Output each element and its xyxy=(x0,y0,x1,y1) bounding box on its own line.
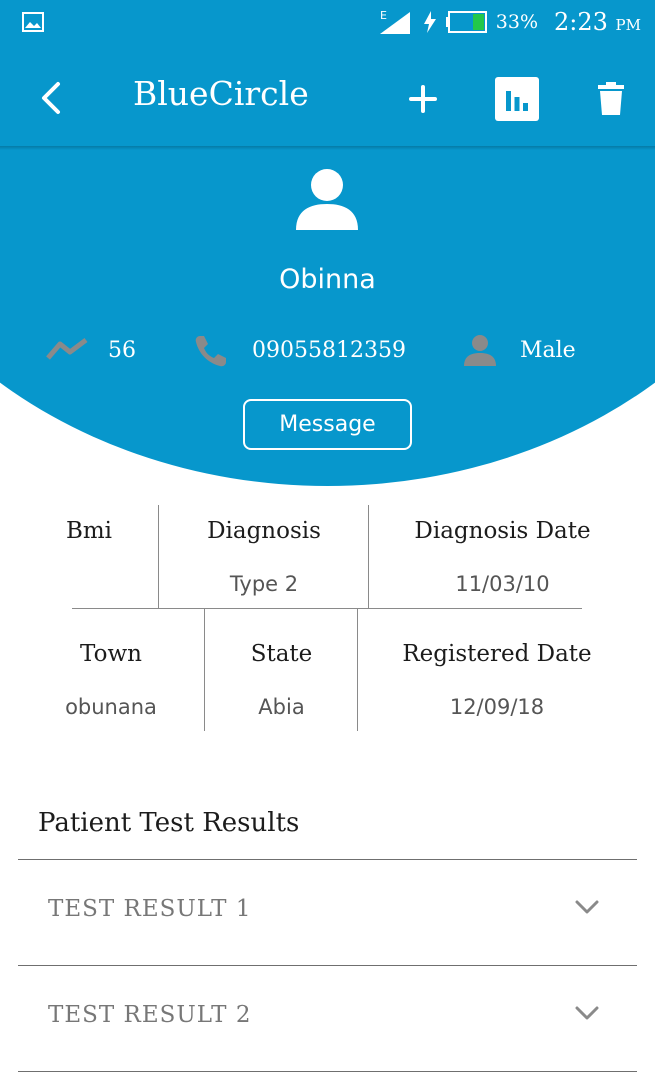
registered-date-label: Registered Date xyxy=(402,641,592,667)
patient-name: Obinna xyxy=(279,264,376,295)
test-result-item[interactable]: TEST RESULT 2 xyxy=(18,966,637,1070)
test-results-heading: Patient Test Results xyxy=(38,808,300,838)
app-title: BlueCircle xyxy=(133,74,309,113)
grid-divider xyxy=(368,505,369,608)
phone-value: 09055812359 xyxy=(252,338,406,363)
town-value: obunana xyxy=(65,695,157,719)
trend-line-icon xyxy=(46,338,88,360)
grid-divider xyxy=(158,505,159,608)
age-value: 56 xyxy=(108,338,136,363)
message-button[interactable]: Message xyxy=(243,399,412,450)
row-divider xyxy=(18,1071,637,1072)
diagnosis-label: Diagnosis xyxy=(207,518,321,544)
test-result-item[interactable]: TEST RESULT 1 xyxy=(18,860,637,964)
diagnosis-date-label: Diagnosis Date xyxy=(414,518,591,544)
charging-icon xyxy=(423,11,436,33)
bmi-label: Bmi xyxy=(65,518,113,544)
diagnosis-value: Type 2 xyxy=(229,572,299,596)
phone-icon xyxy=(195,336,226,367)
gender-value: Male xyxy=(520,338,576,363)
trash-icon xyxy=(598,82,624,115)
town-label: Town xyxy=(80,641,142,667)
clock: 2:23 PM xyxy=(554,8,641,36)
svg-text:E: E xyxy=(380,9,387,22)
chevron-down-icon[interactable] xyxy=(575,1004,599,1022)
person-avatar-icon xyxy=(296,169,358,230)
battery-percent: 33% xyxy=(495,11,538,33)
grid-row-divider xyxy=(72,608,582,609)
grid-divider xyxy=(204,609,205,731)
grid-divider xyxy=(357,609,358,731)
plus-icon xyxy=(409,85,437,113)
person-gender-icon xyxy=(464,335,496,366)
battery-icon xyxy=(445,11,487,33)
state-value: Abia xyxy=(258,695,305,719)
diagnosis-date-value: 11/03/10 xyxy=(455,572,550,596)
chevron-down-icon[interactable] xyxy=(575,898,599,916)
back-chevron-icon[interactable] xyxy=(38,80,66,116)
state-label: State xyxy=(250,641,313,667)
app-toolbar: BlueCircle xyxy=(0,48,655,148)
add-button[interactable] xyxy=(400,76,446,122)
chart-button[interactable] xyxy=(494,76,540,122)
status-bar: E 33% 2:23 PM xyxy=(0,0,655,48)
test-result-label: TEST RESULT 1 xyxy=(48,896,252,922)
test-result-label: TEST RESULT 2 xyxy=(48,1002,252,1028)
bar-chart-icon xyxy=(495,77,539,121)
signal-icon: E xyxy=(379,9,410,34)
image-notification-icon xyxy=(22,12,44,32)
registered-date-value: 12/09/18 xyxy=(449,695,545,719)
delete-button[interactable] xyxy=(588,76,634,122)
